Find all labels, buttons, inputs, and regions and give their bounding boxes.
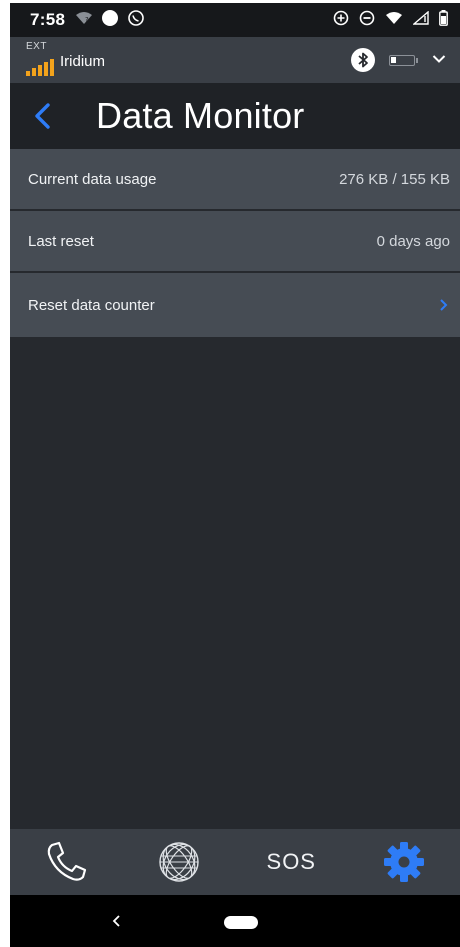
sos-label: SOS (266, 849, 316, 874)
nav-globe[interactable] (134, 829, 224, 895)
circle-notification-icon (101, 9, 119, 32)
android-home-pill[interactable] (224, 916, 258, 929)
last-reset-row: Last reset 0 days ago (10, 211, 460, 271)
row-value: 276 KB / 155 KB (339, 170, 450, 188)
do-not-disturb-icon (359, 10, 375, 31)
bluetooth-icon (351, 48, 375, 72)
status-bar: 7:58 ? (10, 3, 460, 37)
row-label: Current data usage (28, 170, 157, 188)
status-right-icons (333, 9, 448, 31)
carrier-bar[interactable]: EXT Iridium (10, 37, 460, 83)
phone-icon (47, 841, 87, 881)
status-time: 7:58 (30, 10, 66, 29)
android-nav-bar (10, 895, 460, 947)
globe-icon (159, 842, 199, 882)
row-label: Last reset (28, 232, 94, 250)
page-title: Data Monitor (96, 95, 305, 136)
wifi-question-icon: ? (75, 11, 93, 30)
carrier-right-icons (351, 48, 446, 72)
whatsapp-icon (127, 9, 145, 32)
cell-signal-icon (412, 9, 429, 30)
nav-sos[interactable]: SOS (246, 829, 336, 895)
nav-settings[interactable] (359, 829, 449, 895)
signal-bars-icon (26, 59, 54, 76)
bottom-nav: SOS (10, 829, 460, 895)
ext-label: EXT (26, 41, 47, 52)
android-back-icon (112, 915, 120, 927)
chevron-down-icon[interactable] (432, 51, 446, 69)
settings-list: Current data usage 276 KB / 155 KB Last … (10, 149, 460, 337)
battery-icon (439, 9, 448, 31)
back-button[interactable] (10, 83, 74, 149)
data-saver-icon (333, 10, 349, 31)
nav-phone[interactable] (21, 829, 111, 895)
android-back-button[interactable] (105, 909, 129, 933)
current-data-usage-row: Current data usage 276 KB / 155 KB (10, 149, 460, 209)
gear-icon (383, 842, 424, 882)
signal-indicator: EXT (24, 40, 58, 80)
phone-screen: 7:58 ? EXT Iridium Data Monitor Current … (10, 3, 460, 947)
wifi-icon (385, 11, 403, 30)
row-label: Reset data counter (28, 296, 155, 314)
row-value: 0 days ago (376, 232, 450, 250)
title-bar: Data Monitor (10, 83, 460, 149)
carrier-name: Iridium (60, 52, 106, 70)
chevron-left-icon (35, 103, 50, 129)
device-battery-icon (389, 54, 418, 66)
status-left-icons: ? (75, 9, 145, 32)
reset-data-counter-row[interactable]: Reset data counter (10, 273, 460, 337)
chevron-right-icon (439, 298, 448, 312)
svg-text:?: ? (85, 16, 89, 24)
